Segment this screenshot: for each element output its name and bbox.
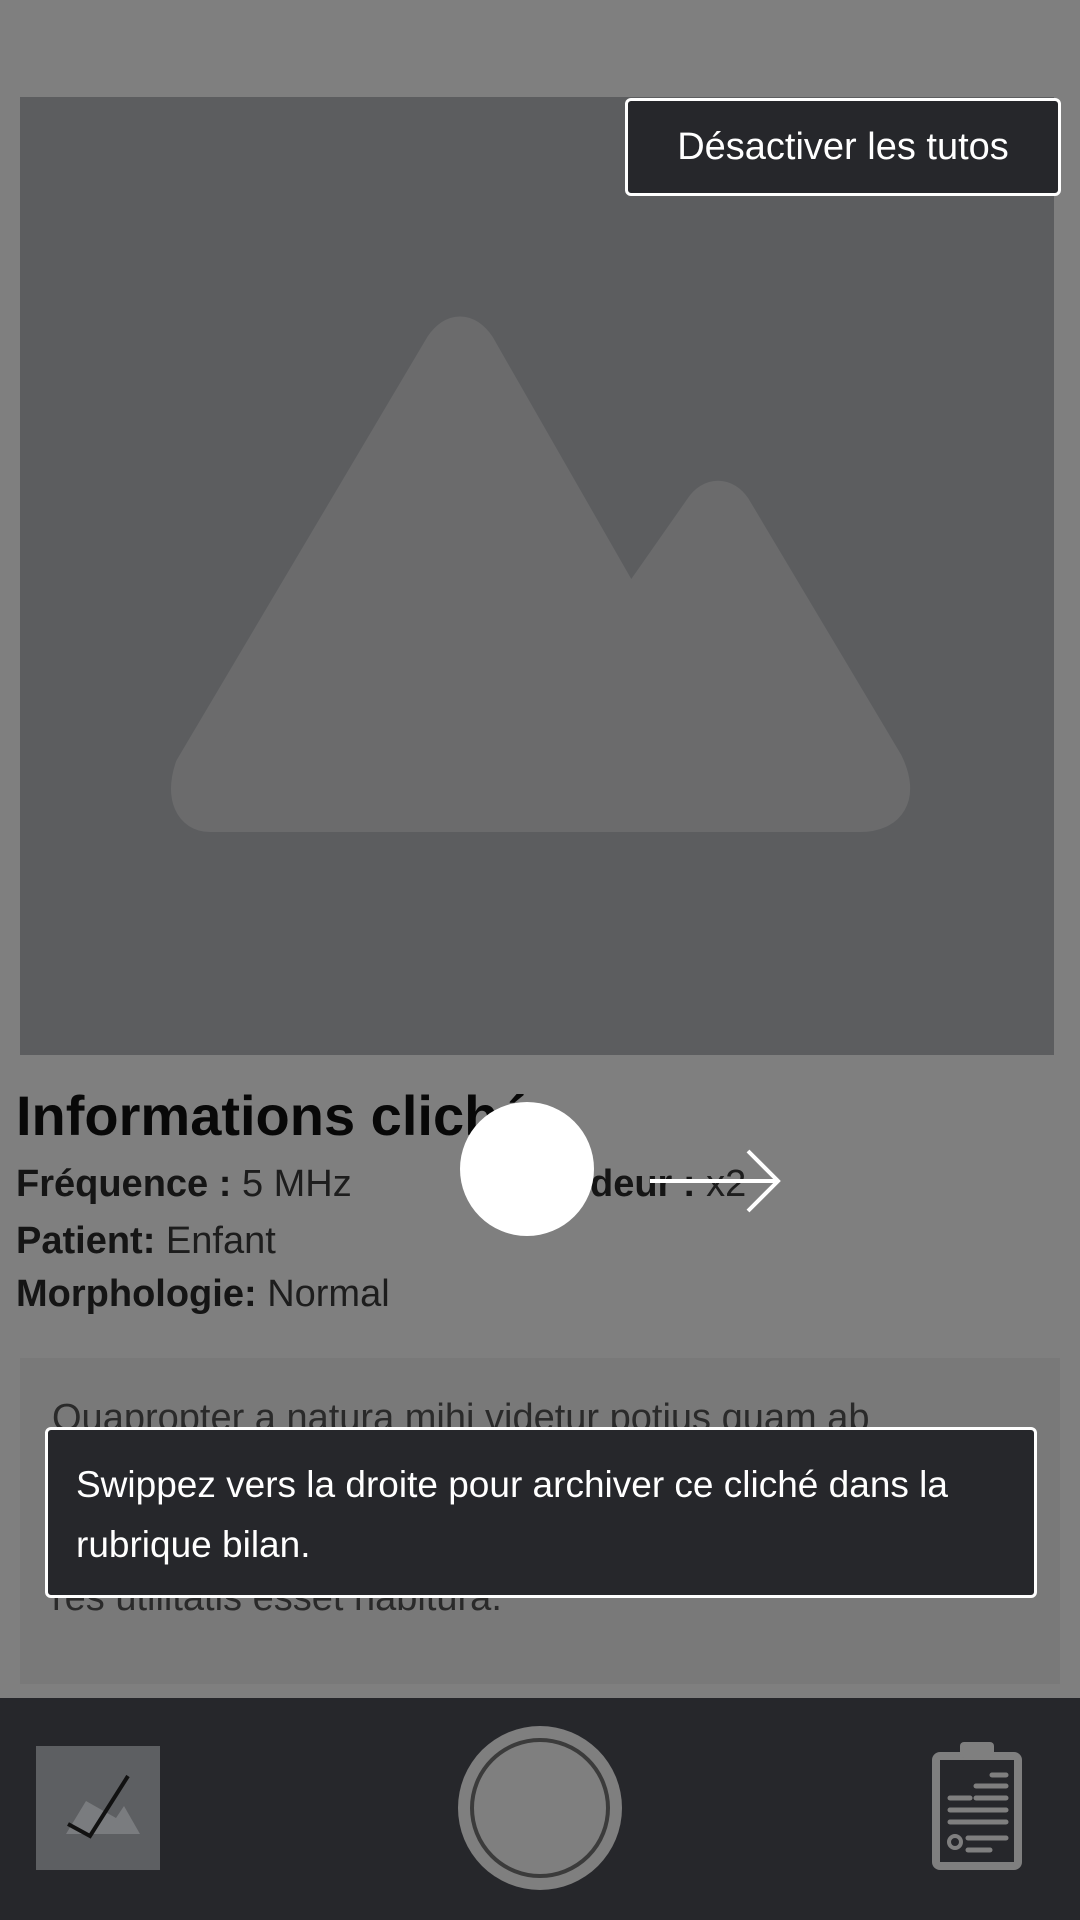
- swipe-gesture-dot: [460, 1102, 594, 1236]
- capture-button-ring: [470, 1738, 610, 1878]
- disable-tutorials-button[interactable]: Désactiver les tutos: [625, 98, 1061, 196]
- bottom-bar: [0, 1698, 1080, 1920]
- capture-button[interactable]: [458, 1726, 622, 1890]
- swipe-right-arrow-icon: [650, 1149, 781, 1213]
- image-check-icon: [66, 1774, 140, 1839]
- image-check-button[interactable]: [36, 1746, 160, 1870]
- swipe-tutorial-text: Swippez vers la droite pour archiver ce …: [76, 1464, 948, 1565]
- clipboard-report-icon[interactable]: [930, 1740, 1024, 1872]
- swipe-tutorial-tooltip: Swippez vers la droite pour archiver ce …: [45, 1427, 1037, 1598]
